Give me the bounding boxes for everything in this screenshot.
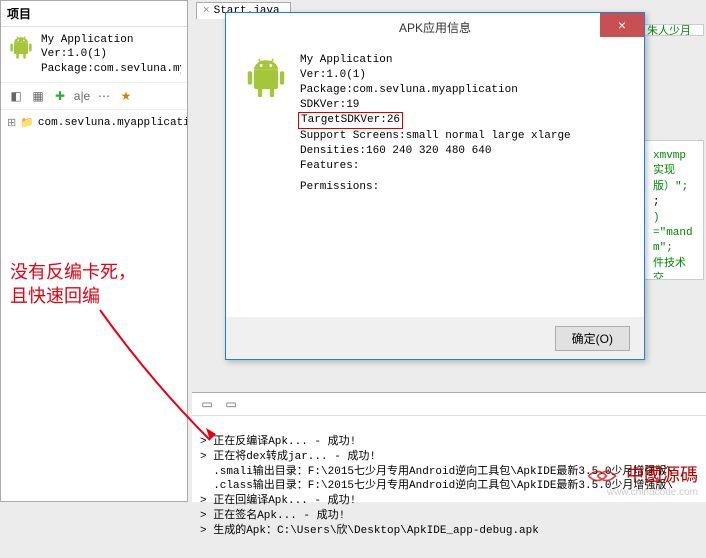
project-panel-title: 项目 <box>1 1 187 27</box>
project-name: My Application <box>41 33 181 47</box>
collapse-icon[interactable]: ◧ <box>7 87 25 105</box>
ok-button[interactable]: 确定(O) <box>555 326 630 351</box>
apk-permissions: Permissions: <box>300 180 571 195</box>
close-button[interactable]: × <box>600 13 644 37</box>
tab-close-x[interactable]: × <box>203 5 210 17</box>
android-icon <box>7 33 35 61</box>
project-version: Ver:1.0(1) <box>41 47 181 61</box>
code-fragment-right: xmvmp实现 版）"; ; ) ="mand m"; 件技术交 全预前班 全预… <box>644 140 704 280</box>
code-fragment-top: 朱人少月卜 <box>644 24 704 36</box>
console-tab-icon-2[interactable]: ▭ <box>222 395 240 413</box>
project-panel: 项目 My Application Ver:1.0(1) Package:com… <box>0 0 188 502</box>
expand-icon[interactable]: ▦ <box>29 87 47 105</box>
apk-target-sdk: TargetSDKVer:26 <box>298 112 403 129</box>
tree-root-item[interactable]: ⊞ 📁 com.sevluna.myapplication <box>1 110 187 136</box>
apk-info-text: My Application Ver:1.0(1) Package:com.se… <box>300 53 571 305</box>
apk-info-dialog: APK应用信息 × My Application Ver:1.0(1) Pack… <box>225 12 645 360</box>
console-tab-icon-1[interactable]: ▭ <box>198 395 216 413</box>
folder-icon: 📁 <box>20 116 34 130</box>
bookmark-icon[interactable]: ★ <box>117 87 135 105</box>
add-icon[interactable]: ✚ <box>51 87 69 105</box>
watermark: 中國源碼 www.chinacode.com <box>607 461 698 498</box>
apk-name: My Application <box>300 53 571 68</box>
project-summary: My Application Ver:1.0(1) Package:com.se… <box>41 33 181 76</box>
apk-screens: Support Screens:small normal large xlarg… <box>300 129 571 144</box>
dialog-titlebar[interactable]: APK应用信息 × <box>226 13 644 41</box>
edit-icon[interactable]: a|e <box>73 87 91 105</box>
apk-features: Features: <box>300 159 571 174</box>
project-package: Package:com.sevluna.myapp <box>41 62 181 76</box>
android-icon <box>242 53 290 101</box>
apk-package: Package:com.sevluna.myapplication <box>300 83 571 98</box>
tree-expand-icon[interactable]: ⊞ <box>7 116 16 130</box>
apk-ver: Ver:1.0(1) <box>300 68 571 83</box>
project-toolbar: ◧ ▦ ✚ a|e ⋯ ★ <box>1 82 187 110</box>
apk-densities: Densities:160 240 320 480 640 <box>300 144 571 159</box>
dialog-title: APK应用信息 <box>226 19 644 36</box>
more-icon[interactable]: ⋯ <box>95 87 113 105</box>
dialog-body: My Application Ver:1.0(1) Package:com.se… <box>226 41 644 317</box>
console-tabs: ▭ ▭ <box>192 393 706 416</box>
annotation-text: 没有反编卡死， 且快速回编 <box>10 260 136 309</box>
tree-root-label: com.sevluna.myapplication <box>38 117 187 129</box>
apk-sdk: SDKVer:19 <box>300 98 571 113</box>
